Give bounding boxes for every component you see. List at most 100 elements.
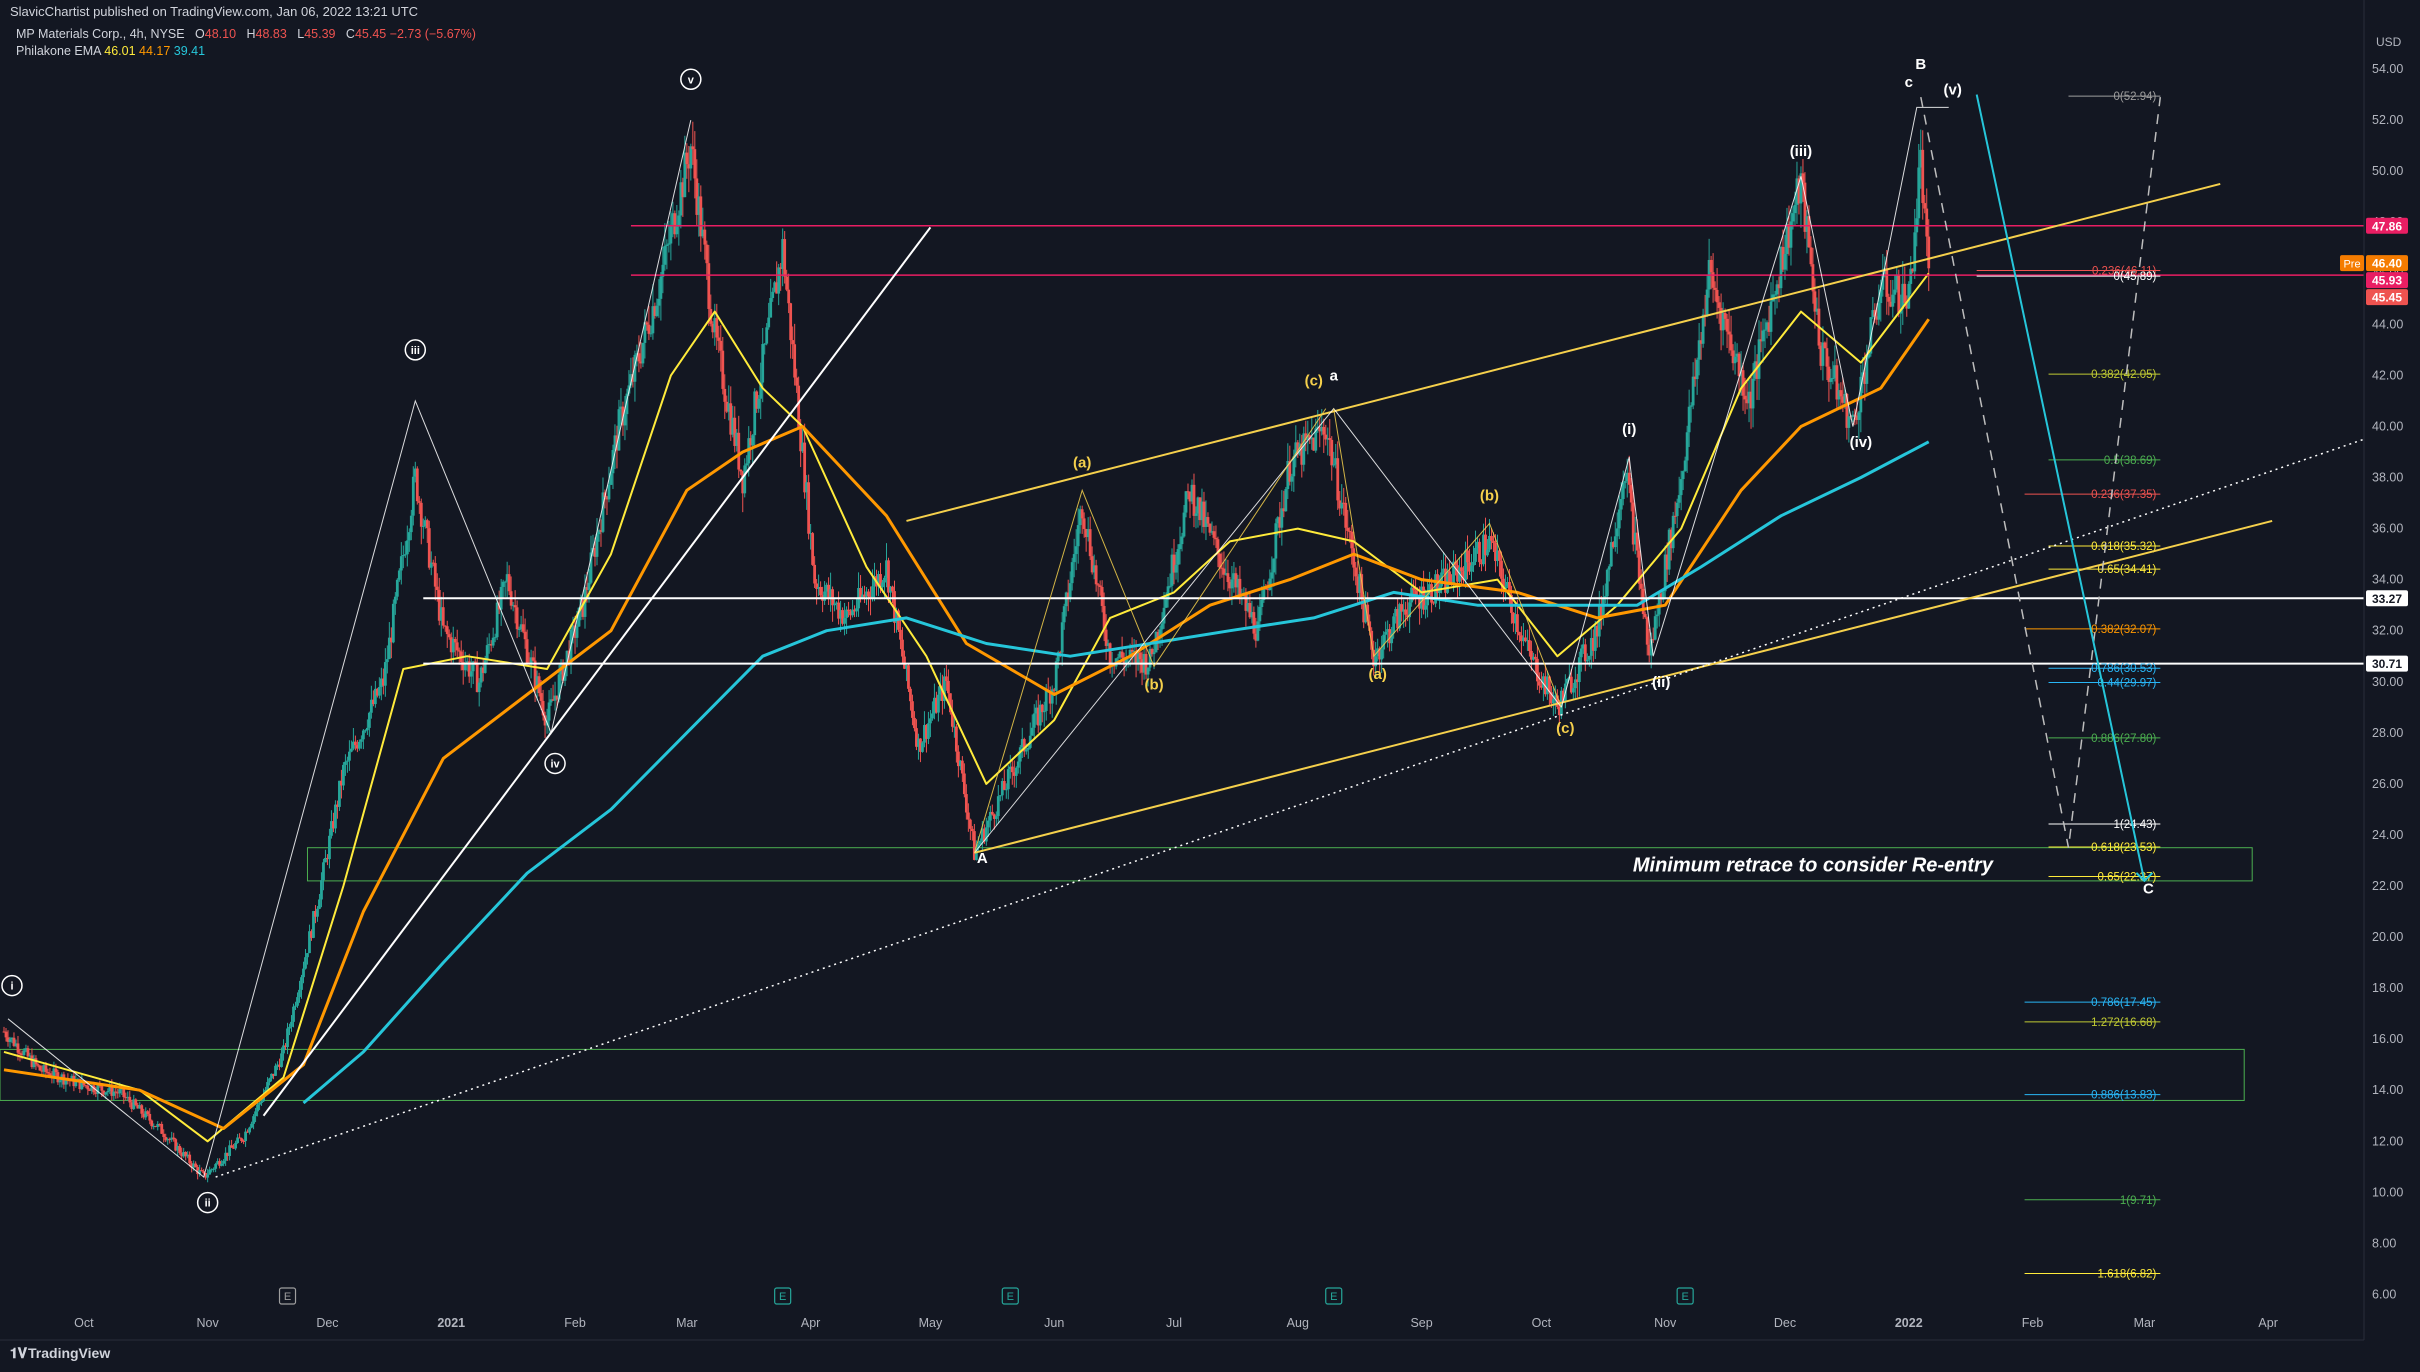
candle-body xyxy=(1098,585,1102,588)
candle-body xyxy=(1206,517,1210,524)
candle-body xyxy=(641,342,645,364)
candle-body xyxy=(1026,747,1030,750)
candle-body xyxy=(649,333,653,335)
candle-body xyxy=(258,1102,261,1105)
price-tick-label: 18.00 xyxy=(2372,981,2403,995)
candle-body xyxy=(909,688,912,702)
candle-body xyxy=(1587,655,1591,660)
candle-body xyxy=(322,862,325,881)
candle-body xyxy=(114,1091,118,1093)
candle-body xyxy=(86,1085,90,1090)
candle-body xyxy=(162,1133,166,1138)
candle-body xyxy=(1226,573,1230,583)
price-chart[interactable]: 0(52.94)0.236(46.11)0(45.89)0.382(42.05)… xyxy=(0,0,2420,1372)
candle-body xyxy=(1913,232,1917,272)
wave-label: ii xyxy=(205,1198,211,1210)
candle-body xyxy=(1374,656,1378,667)
candle-body xyxy=(1701,314,1705,344)
candle-body xyxy=(1713,287,1717,290)
candle-body xyxy=(1671,515,1675,549)
price-tick-label: 54.00 xyxy=(2372,62,2403,76)
candle-body xyxy=(1791,213,1795,222)
candle-body xyxy=(1478,541,1481,563)
candle-body xyxy=(1723,312,1727,319)
candle-body xyxy=(721,350,725,389)
candle-body xyxy=(1014,767,1018,776)
candle-body xyxy=(106,1090,110,1093)
candle-body xyxy=(280,1053,283,1067)
candle-body xyxy=(1537,681,1541,686)
candle-body xyxy=(1328,438,1332,440)
wave-label: a xyxy=(1330,368,1339,385)
candle-body xyxy=(234,1142,238,1149)
candle-body xyxy=(717,337,721,341)
time-tick-label: 2022 xyxy=(1895,1316,1923,1330)
fib-level-label: 0(45.89) xyxy=(2114,271,2157,283)
price-tick-label: 32.00 xyxy=(2372,624,2403,638)
price-tick-label: 20.00 xyxy=(2372,930,2403,944)
elliott-wave-path xyxy=(1560,106,1949,708)
candle-body xyxy=(1907,283,1911,309)
candle-body xyxy=(927,723,930,739)
candle-body xyxy=(515,607,519,630)
candle-body xyxy=(763,343,767,345)
ema-slow-line xyxy=(302,440,1930,1105)
axis-price-label: 33.27 xyxy=(2372,592,2402,606)
candle-body xyxy=(1044,690,1048,711)
wave-label: B xyxy=(1915,56,1926,73)
candle-body xyxy=(1256,621,1260,641)
candle-body xyxy=(457,650,461,652)
candle-body xyxy=(1094,565,1098,585)
price-axis[interactable]: USD 6.00 8.00 10.00 12.00 14.00 16.00 18.00 20.0… xyxy=(2340,0,2408,1340)
price-tick-label: 34.00 xyxy=(2372,573,2403,587)
fib-level-label: 0.786(17.45) xyxy=(2091,997,2156,1009)
candle-body xyxy=(767,317,771,328)
candle-body xyxy=(663,245,667,265)
candle-body xyxy=(539,693,543,701)
price-tick-label: 50.00 xyxy=(2372,164,2403,178)
candle-body xyxy=(220,1163,224,1166)
candle-body xyxy=(433,563,437,587)
candle-body xyxy=(937,694,940,713)
candle-body xyxy=(1330,439,1334,466)
candle-body xyxy=(793,344,797,378)
candle-body xyxy=(503,581,507,583)
candle-body xyxy=(1492,540,1495,544)
candle-body xyxy=(1280,508,1284,528)
candle-body xyxy=(1392,616,1396,634)
candle-body xyxy=(344,761,347,765)
candle-body xyxy=(1062,606,1066,623)
candle-body xyxy=(970,828,974,832)
candle-body xyxy=(1138,652,1142,660)
candle-body xyxy=(421,525,425,527)
candle-body xyxy=(1627,472,1631,485)
candle-body xyxy=(1152,652,1156,655)
candle-body xyxy=(823,591,827,601)
wave-label: c xyxy=(1905,74,1913,91)
candle-body xyxy=(304,957,307,969)
candle-body xyxy=(1332,464,1336,466)
candle-body xyxy=(118,1089,122,1094)
candle-body xyxy=(146,1111,150,1114)
candle-body xyxy=(1024,749,1028,752)
price-tick-label: 6.00 xyxy=(2372,1287,2396,1301)
candle-body xyxy=(1184,491,1188,513)
wave-label: (c) xyxy=(1556,720,1574,737)
candle-body xyxy=(1082,518,1086,530)
candle-body xyxy=(1160,623,1164,630)
candle-body xyxy=(252,1116,255,1124)
candle-body xyxy=(1629,484,1633,503)
time-axis[interactable]: Oct Nov Dec 2021 Feb Mar Apr May Jun Jul Aug Sep Oct… xyxy=(0,1316,2364,1341)
candle-body xyxy=(929,718,932,724)
candle-body xyxy=(403,554,407,556)
candle-body xyxy=(855,608,858,612)
tradingview-logo[interactable]: 𝟏𝐕TradingView xyxy=(10,1345,110,1362)
candle-body xyxy=(298,989,301,998)
candle-body xyxy=(757,398,761,409)
candle-body xyxy=(266,1082,269,1090)
candle-body xyxy=(921,742,924,752)
candle-body xyxy=(899,629,902,640)
candle-body xyxy=(148,1113,152,1121)
candle-body xyxy=(1174,564,1178,573)
candle-body xyxy=(160,1124,164,1134)
